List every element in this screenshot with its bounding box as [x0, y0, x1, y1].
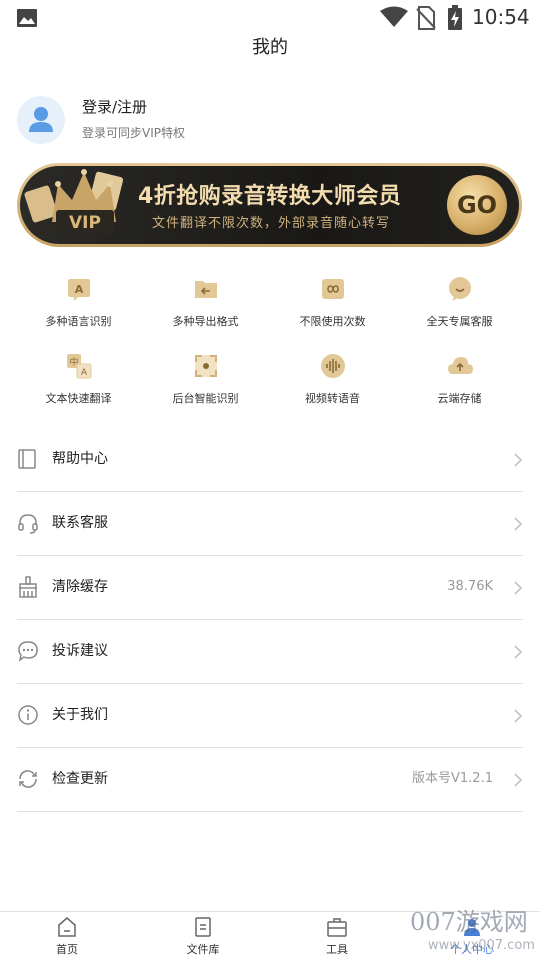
banner-title: 4折抢购录音转换大师会员: [138, 184, 402, 209]
menu-label: 投诉建议: [52, 643, 108, 659]
login-subtitle: 登录可同步VIP特权: [82, 126, 185, 140]
feature-video-to-audio[interactable]: 视频转语音: [270, 352, 395, 406]
chevron-right-icon: [514, 581, 523, 595]
info-icon: [18, 705, 38, 725]
toolbox-icon: [327, 918, 347, 937]
nav-tools[interactable]: 工具: [297, 916, 377, 957]
menu-item-about-us[interactable]: 关于我们: [17, 684, 523, 748]
status-bar: 10:54: [0, 0, 540, 36]
page-title: 我的: [252, 37, 288, 58]
refresh-icon: [19, 770, 37, 788]
menu-label: 检查更新: [52, 771, 108, 787]
vip-crown-icon: VIP: [24, 169, 124, 234]
version-value: 版本号V1.2.1: [412, 771, 493, 786]
broom-icon: [19, 576, 37, 598]
user-avatar-icon: [29, 107, 53, 132]
menu-item-feedback[interactable]: 投诉建议: [17, 620, 523, 684]
vip-promo-banner[interactable]: VIP 4折抢购录音转换大师会员 文件翻译不限次数，外部录音随心转写 GO: [17, 163, 522, 247]
banner-subtitle: 文件翻译不限次数，外部录音随心转写: [152, 216, 391, 231]
wifi-icon: [380, 6, 408, 27]
vip-badge-text: VIP: [69, 213, 101, 233]
avatar[interactable]: [17, 96, 65, 144]
feature-customer-service[interactable]: 全天专属客服: [397, 275, 522, 329]
go-button[interactable]: GO: [447, 175, 507, 235]
gallery-icon: [17, 9, 37, 27]
no-sim-icon: [416, 6, 436, 30]
feature-unlimited-uses[interactable]: 不限使用次数: [270, 275, 395, 329]
svg-text:中: 中: [69, 356, 78, 368]
translate-a-icon: A: [67, 279, 90, 301]
nav-file-library[interactable]: 文件库: [163, 916, 243, 957]
export-folder-icon: [194, 281, 217, 298]
menu-item-help-center[interactable]: 帮助中心: [17, 428, 523, 492]
feature-export-formats[interactable]: 多种导出格式: [143, 275, 268, 329]
login-register-link[interactable]: 登录/注册: [82, 96, 147, 117]
audio-wave-icon: [320, 354, 345, 378]
menu-label: 帮助中心: [52, 451, 108, 467]
menu-label: 清除缓存: [52, 579, 108, 595]
comment-icon: [18, 641, 38, 662]
scan-frame-icon: [194, 355, 217, 377]
menu-label: 联系客服: [52, 515, 108, 531]
svg-text:A: A: [80, 368, 87, 378]
chevron-right-icon: [514, 773, 523, 787]
infinity-icon: [321, 279, 344, 299]
feature-multi-language[interactable]: A 多种语言识别: [16, 275, 141, 329]
watermark-logo: 007游戏网: [410, 908, 528, 936]
feature-text-translate[interactable]: 中 A 文本快速翻译: [16, 352, 141, 406]
book-icon: [18, 449, 36, 469]
menu-item-contact-service[interactable]: 联系客服: [17, 492, 523, 556]
file-icon: [195, 917, 211, 937]
svg-text:A: A: [74, 283, 83, 296]
feature-cloud-storage[interactable]: 云端存储: [397, 352, 522, 406]
menu-item-clear-cache[interactable]: 清除缓存 38.76K: [17, 556, 523, 620]
chevron-right-icon: [514, 517, 523, 531]
menu-item-check-update[interactable]: 检查更新 版本号V1.2.1: [17, 748, 523, 812]
chevron-right-icon: [514, 645, 523, 659]
battery-charging-icon: [448, 5, 462, 30]
cloud-upload-icon: [447, 357, 473, 374]
home-icon: [58, 917, 76, 937]
status-time: 10:54: [472, 5, 530, 29]
nav-home[interactable]: 首页: [27, 916, 107, 957]
chat-smile-icon: [448, 277, 471, 301]
cache-size-value: 38.76K: [447, 579, 493, 594]
zh-a-translate-icon: 中 A: [66, 354, 91, 379]
menu-label: 关于我们: [52, 707, 108, 723]
headset-icon: [18, 514, 38, 534]
feature-background-recognition[interactable]: 后台智能识别: [143, 352, 268, 406]
chevron-right-icon: [514, 709, 523, 723]
chevron-right-icon: [514, 453, 523, 467]
watermark-url: www.yx007.com: [428, 938, 535, 953]
